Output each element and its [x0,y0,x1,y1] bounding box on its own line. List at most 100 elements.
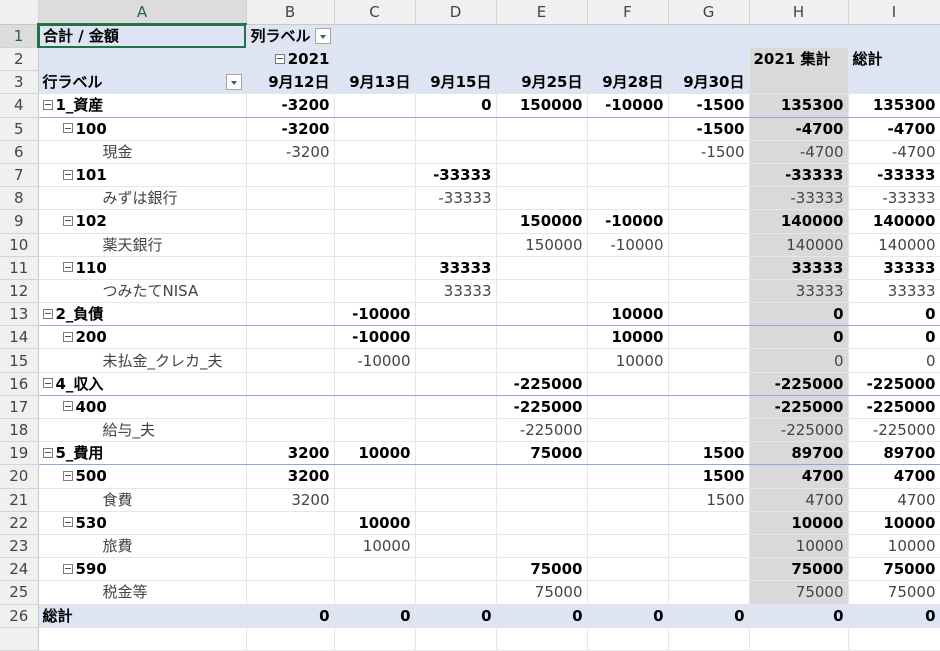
value-cell[interactable] [415,302,497,327]
value-cell[interactable] [415,511,497,535]
value-cell[interactable] [587,372,669,396]
value-cell[interactable]: -4700 [848,140,940,164]
value-cell[interactable] [668,163,750,188]
value-cell[interactable]: 0 [334,603,416,628]
row-header[interactable]: 24 [0,557,39,582]
value-cell[interactable] [587,580,669,605]
row-label-cell[interactable]: 4_収入 [38,372,247,396]
value-cell[interactable] [496,488,588,512]
collapse-icon[interactable] [62,517,73,528]
value-cell[interactable] [668,534,750,559]
value-cell[interactable] [415,325,497,350]
value-cell[interactable]: -225000 [496,372,588,396]
column-header-f[interactable]: F [587,0,669,25]
row-label-cell[interactable]: 食費 [38,488,247,512]
value-cell[interactable]: -1500 [668,117,750,141]
value-cell[interactable] [246,325,335,350]
value-cell[interactable] [246,418,335,443]
value-cell[interactable]: -1500 [668,93,750,118]
value-cell[interactable]: 0 [415,603,497,628]
value-cell[interactable] [496,464,588,489]
value-cell[interactable]: 75000 [496,580,588,605]
collapse-icon[interactable] [62,563,73,574]
row-label-cell[interactable]: 530 [38,511,247,535]
value-cell[interactable] [415,441,497,466]
value-cell[interactable] [668,511,750,535]
value-cell[interactable]: -33333 [848,163,940,188]
row-header-1[interactable]: 1 [0,24,39,48]
value-cell[interactable] [587,163,669,188]
value-cell[interactable]: 135300 [749,93,849,118]
value-cell[interactable]: 150000 [496,93,588,118]
value-cell[interactable] [334,256,416,280]
collapse-icon[interactable] [62,331,73,342]
row-label-cell[interactable]: 未払金_クレカ_夫 [38,348,247,373]
row-label-cell[interactable]: 5_費用 [38,441,247,466]
value-cell[interactable]: 10000 [749,511,849,535]
value-cell[interactable] [415,209,497,234]
row-label-cell[interactable]: 110 [38,256,247,280]
row-header[interactable]: 14 [0,325,39,350]
value-cell[interactable] [246,209,335,234]
value-cell[interactable] [668,302,750,327]
cell-e1[interactable] [415,24,497,48]
value-cell[interactable] [334,209,416,234]
value-cell[interactable] [246,279,335,304]
value-cell[interactable] [246,186,335,211]
value-cell[interactable] [246,302,335,327]
value-cell[interactable]: -10000 [587,93,669,118]
empty-cell[interactable] [848,627,940,651]
value-cell[interactable]: 75000 [496,557,588,582]
value-cell[interactable]: -225000 [848,372,940,396]
value-cell[interactable] [246,511,335,535]
date-header-g[interactable]: 9月30日 [668,70,750,95]
row-header-2[interactable]: 2 [0,47,39,72]
collapse-icon[interactable] [42,308,53,319]
value-cell[interactable]: 0 [246,603,335,628]
value-cell[interactable] [668,580,750,605]
value-cell[interactable]: 75000 [749,557,849,582]
cell-e2[interactable] [496,47,588,72]
collapse-icon[interactable] [62,262,73,273]
value-cell[interactable] [334,233,416,257]
row-header[interactable]: 7 [0,163,39,188]
value-cell[interactable]: -225000 [749,418,849,443]
value-cell[interactable]: -10000 [587,233,669,257]
value-cell[interactable] [668,348,750,373]
value-field-label[interactable]: 合計 / 金額 [38,24,247,48]
empty-cell[interactable] [38,627,247,651]
value-cell[interactable]: 33333 [749,279,849,304]
value-cell[interactable] [668,209,750,234]
value-cell[interactable] [334,140,416,164]
collapse-icon[interactable] [42,99,53,110]
value-cell[interactable]: -4700 [848,117,940,141]
value-cell[interactable] [587,186,669,211]
value-cell[interactable] [334,557,416,582]
value-cell[interactable]: 0 [415,93,497,118]
value-cell[interactable] [246,580,335,605]
value-cell[interactable] [496,534,588,559]
row-labels-cell[interactable]: 行ラベル [38,70,247,95]
value-cell[interactable] [415,580,497,605]
value-cell[interactable]: -225000 [749,372,849,396]
row-header[interactable]: 19 [0,441,39,466]
collapse-icon[interactable] [62,169,73,180]
value-cell[interactable]: -33333 [415,186,497,211]
value-cell[interactable]: 89700 [749,441,849,466]
row-header[interactable]: 26 [0,604,39,628]
row-filter-dropdown-icon[interactable] [225,74,242,91]
value-cell[interactable] [587,557,669,582]
value-cell[interactable] [587,441,669,466]
row-label-cell[interactable]: 200 [38,325,247,350]
cell-j1[interactable] [848,24,940,48]
value-cell[interactable] [496,279,588,304]
row-label-cell[interactable]: 薬天銀行 [38,233,247,257]
value-cell[interactable] [668,186,750,211]
empty-cell[interactable] [587,627,669,651]
value-cell[interactable]: 4700 [749,488,849,512]
collapse-icon[interactable] [62,470,73,481]
value-cell[interactable]: 33333 [415,256,497,280]
value-cell[interactable]: 33333 [848,256,940,280]
value-cell[interactable]: -4700 [749,117,849,141]
value-cell[interactable] [587,279,669,304]
